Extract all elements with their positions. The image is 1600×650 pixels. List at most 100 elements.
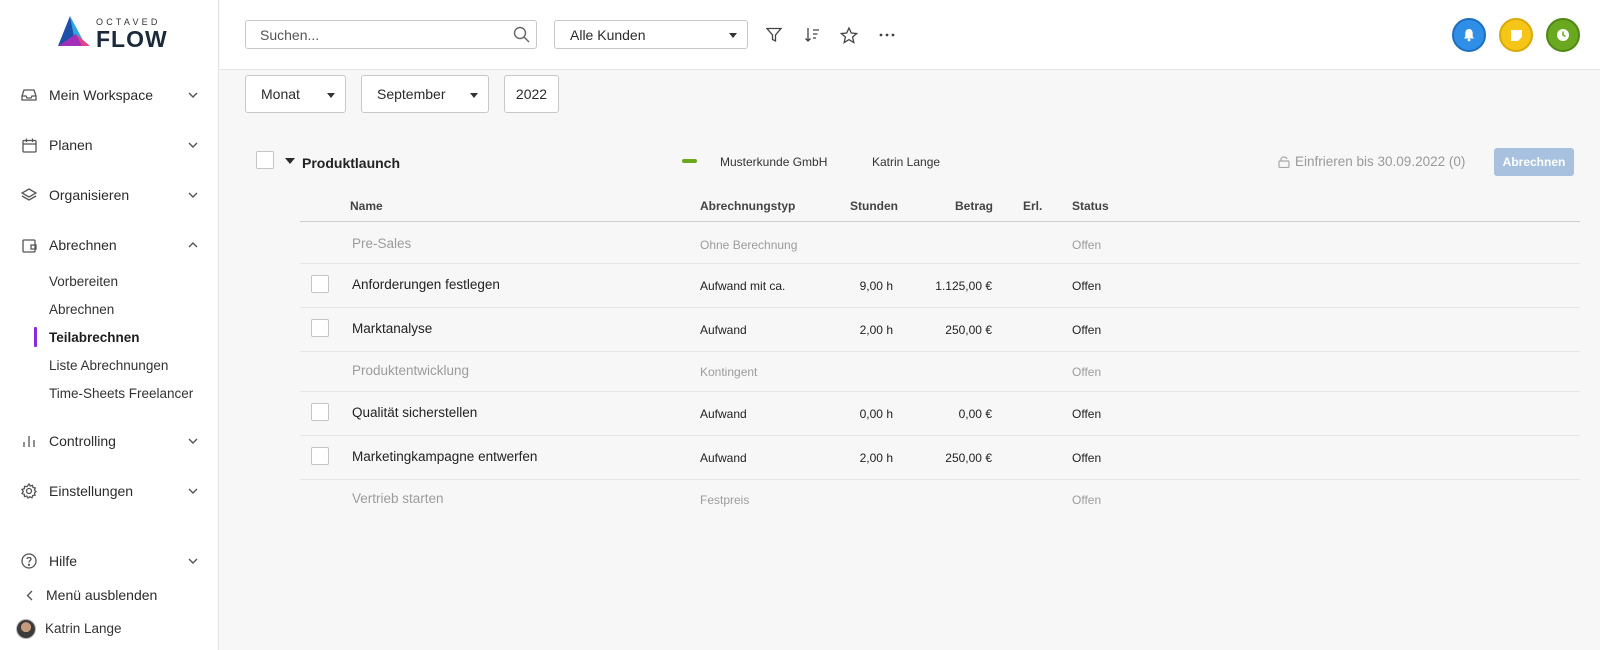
row-status: Offen xyxy=(1072,323,1102,337)
row-checkbox[interactable] xyxy=(311,275,329,293)
row-status: Offen xyxy=(1072,279,1102,293)
caret-down-icon[interactable] xyxy=(285,158,295,164)
user-name[interactable]: Katrin Lange xyxy=(45,621,122,636)
chevron-down-icon xyxy=(186,88,200,102)
month-select[interactable]: September xyxy=(361,75,489,113)
row-checkbox[interactable] xyxy=(311,447,329,465)
sidebar-item-label: Einstellungen xyxy=(49,483,134,499)
row-name[interactable]: Marktanalyse xyxy=(352,321,432,336)
top-toolbar: Alle Kunden xyxy=(220,0,1600,70)
column-header-done[interactable]: Erl. xyxy=(1023,199,1042,213)
project-customer: Musterkunde GmbH xyxy=(720,155,828,169)
row-status: Offen xyxy=(1072,238,1102,252)
row-divider xyxy=(300,435,1580,436)
period-select-value: Monat xyxy=(261,86,300,102)
help-icon xyxy=(20,552,38,570)
row-divider xyxy=(300,479,1580,480)
header-divider xyxy=(300,221,1580,222)
row-divider xyxy=(300,263,1580,264)
filter-icon[interactable] xyxy=(763,24,785,46)
row-name: Produktentwicklung xyxy=(352,363,470,378)
row-hours: 2,00 h xyxy=(859,323,893,337)
sidebar-subitem-vorbereiten[interactable]: Vorbereiten xyxy=(49,274,118,289)
brand-logo[interactable]: OCTAVED FLOW xyxy=(56,16,176,52)
time-tracking-button[interactable] xyxy=(1546,18,1580,52)
column-header-amount[interactable]: Betrag xyxy=(955,199,993,213)
project-title[interactable]: Produktlaunch xyxy=(302,155,400,171)
sidebar-subitem-teilabrechnen[interactable]: Teilabrechnen xyxy=(49,330,140,345)
hide-menu-label: Menü ausblenden xyxy=(46,587,158,603)
row-hours: 2,00 h xyxy=(859,451,893,465)
column-header-name[interactable]: Name xyxy=(350,199,383,213)
row-divider xyxy=(300,307,1580,308)
row-checkbox[interactable] xyxy=(311,403,329,421)
sidebar-item-organisieren[interactable]: Organisieren xyxy=(0,180,219,210)
row-status: Offen xyxy=(1072,407,1102,421)
layers-icon xyxy=(20,186,38,204)
gear-icon xyxy=(20,482,38,500)
sidebar-item-controlling[interactable]: Controlling xyxy=(0,426,219,456)
period-select[interactable]: Monat xyxy=(245,75,346,113)
row-name[interactable]: Anforderungen festlegen xyxy=(352,277,500,292)
sort-icon[interactable] xyxy=(801,24,823,46)
row-amount: 250,00 € xyxy=(945,451,992,465)
row-divider xyxy=(300,391,1580,392)
note-icon xyxy=(1510,29,1522,41)
search-icon[interactable] xyxy=(513,26,530,48)
row-status: Offen xyxy=(1072,365,1102,379)
month-select-value: September xyxy=(377,86,446,102)
row-status: Offen xyxy=(1072,493,1102,507)
column-header-status[interactable]: Status xyxy=(1072,199,1109,213)
row-name[interactable]: Qualität sicherstellen xyxy=(352,405,477,420)
chevron-up-icon xyxy=(186,238,200,252)
row-name: Pre-Sales xyxy=(352,236,412,251)
sidebar-subitem-time-sheets[interactable]: Time-Sheets Freelancer xyxy=(49,386,193,401)
row-type: Aufwand mit ca. xyxy=(700,279,786,293)
sidebar-item-einstellungen[interactable]: Einstellungen xyxy=(0,476,219,506)
row-divider xyxy=(300,351,1580,352)
column-header-hours[interactable]: Stunden xyxy=(850,199,898,213)
column-header-type[interactable]: Abrechnungstyp xyxy=(700,199,795,213)
more-icon[interactable] xyxy=(876,24,898,46)
status-indicator xyxy=(682,159,697,163)
row-checkbox[interactable] xyxy=(311,319,329,337)
bill-button[interactable]: Abrechnen xyxy=(1494,148,1574,176)
logo-icon xyxy=(58,16,90,46)
freeze-button[interactable]: Einfrieren bis 30.09.2022 (0) xyxy=(1278,154,1465,169)
sidebar-item-label: Abrechnen xyxy=(49,237,117,253)
customer-select[interactable]: Alle Kunden xyxy=(554,20,748,49)
hide-menu-button[interactable]: Menü ausblenden xyxy=(0,580,219,610)
row-amount: 250,00 € xyxy=(945,323,992,337)
sidebar-subitem-abrechnen[interactable]: Abrechnen xyxy=(49,302,114,317)
row-status: Offen xyxy=(1072,451,1102,465)
row-name[interactable]: Marketingkampagne entwerfen xyxy=(352,449,537,464)
sidebar-item-abrechnen[interactable]: Abrechnen xyxy=(0,230,219,260)
search-box xyxy=(245,20,537,49)
chevron-down-icon xyxy=(186,434,200,448)
row-type: Ohne Berechnung xyxy=(700,238,798,252)
year-input[interactable]: 2022 xyxy=(504,75,559,113)
lock-icon xyxy=(1278,156,1290,168)
avatar[interactable] xyxy=(16,619,36,639)
sidebar-item-label: Mein Workspace xyxy=(49,87,154,103)
notifications-button[interactable] xyxy=(1452,18,1486,52)
clock-icon xyxy=(1557,29,1569,41)
sidebar-subitem-liste-abrechnungen[interactable]: Liste Abrechnungen xyxy=(49,358,168,373)
row-amount: 1.125,00 € xyxy=(935,279,992,293)
chevron-down-icon xyxy=(186,188,200,202)
active-indicator xyxy=(34,327,37,347)
caret-down-icon xyxy=(470,93,478,98)
brand-main: FLOW xyxy=(96,26,168,52)
sidebar-item-label: Organisieren xyxy=(49,187,130,203)
sidebar-item-planen[interactable]: Planen xyxy=(0,130,219,160)
row-name: Vertrieb starten xyxy=(352,491,444,506)
sidebar-item-mein-workspace[interactable]: Mein Workspace xyxy=(0,80,219,110)
sidebar: OCTAVED FLOW Mein Workspace Planen Organ… xyxy=(0,0,219,650)
chevron-down-icon xyxy=(186,138,200,152)
notes-button[interactable] xyxy=(1499,18,1533,52)
search-input[interactable] xyxy=(260,21,510,48)
star-icon[interactable] xyxy=(838,24,860,46)
row-hours: 0,00 h xyxy=(859,407,893,421)
sidebar-item-hilfe[interactable]: Hilfe xyxy=(0,546,219,576)
project-checkbox[interactable] xyxy=(256,151,274,169)
